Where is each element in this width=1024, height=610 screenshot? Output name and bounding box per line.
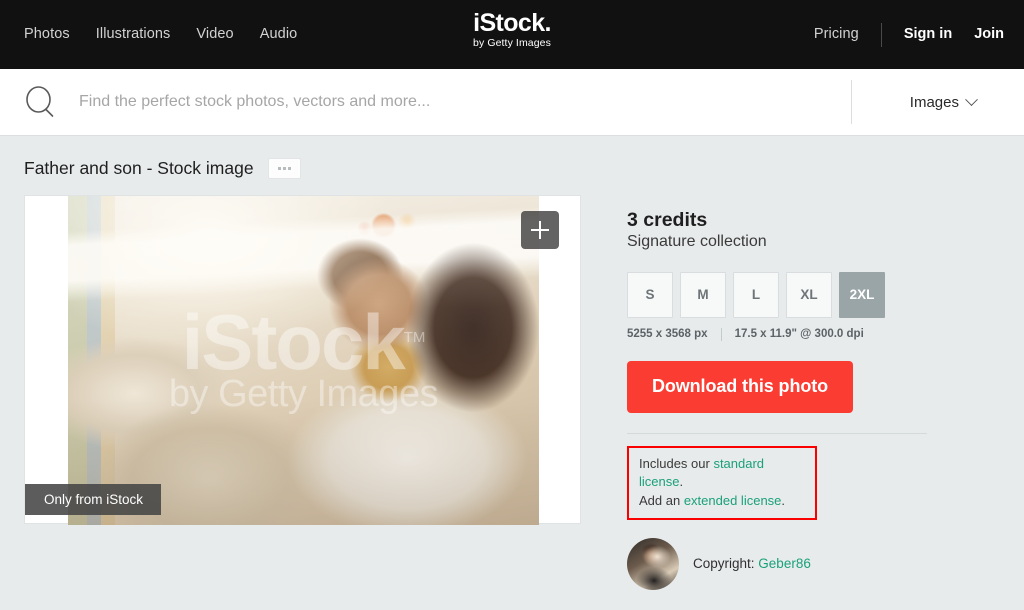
- dot-icon: [277, 167, 281, 170]
- nav-item-pricing[interactable]: Pricing: [814, 27, 859, 42]
- more-options-button[interactable]: [267, 158, 301, 179]
- sign-in-button[interactable]: Sign in: [904, 27, 952, 42]
- chevron-down-icon: [965, 92, 978, 106]
- pixel-dimensions: 5255 x 3568 px: [627, 328, 708, 341]
- extended-license-prefix: Add an: [639, 492, 684, 508]
- extended-license-suffix: .: [781, 492, 786, 508]
- copyright-line: Copyright: Geber86: [693, 556, 811, 571]
- photo-stage[interactable]: iStockTM by Getty Images: [68, 196, 539, 525]
- only-from-istock-badge: Only from iStock: [25, 483, 162, 515]
- search-bar: Images: [0, 69, 1024, 136]
- search-type-dropdown[interactable]: Images: [852, 92, 1000, 111]
- nav-item-video[interactable]: Video: [196, 27, 233, 42]
- search-icon[interactable]: [24, 85, 57, 119]
- size-option-2xl[interactable]: 2XL: [839, 271, 885, 318]
- join-button[interactable]: Join: [974, 27, 1004, 42]
- credits-price: 3 credits: [627, 209, 708, 231]
- sidebar-divider: [627, 432, 927, 434]
- extended-license-link[interactable]: extended license: [684, 493, 782, 508]
- collection-name: Signature collection: [627, 233, 767, 251]
- add-to-board-button[interactable]: [521, 211, 559, 249]
- purchase-sidebar: 3 credits Signature collection S M L XL …: [627, 195, 927, 610]
- size-selector: S M L XL 2XL: [627, 271, 927, 318]
- standard-license-prefix: Includes our: [639, 455, 714, 471]
- size-option-m[interactable]: M: [680, 271, 726, 318]
- size-option-s[interactable]: S: [627, 271, 673, 318]
- nav-item-audio[interactable]: Audio: [260, 27, 298, 42]
- top-navigation-bar: Photos Illustrations Video Audio iStock.…: [0, 0, 1024, 69]
- dimensions-row: 5255 x 3568 px 17.5 x 11.9" @ 300.0 dpi: [627, 327, 927, 341]
- nav-divider: [880, 22, 882, 47]
- primary-nav-links: Photos Illustrations Video Audio: [24, 27, 297, 42]
- download-photo-button[interactable]: Download this photo: [627, 360, 853, 413]
- size-option-l[interactable]: L: [733, 271, 779, 318]
- copyright-author-link[interactable]: Geber86: [758, 556, 811, 571]
- copyright-label: Copyright:: [693, 556, 755, 572]
- nav-item-illustrations[interactable]: Illustrations: [96, 27, 171, 42]
- size-option-xl[interactable]: XL: [786, 271, 832, 318]
- nav-item-photos[interactable]: Photos: [24, 27, 70, 42]
- title-row: Father and son - Stock image: [24, 158, 1000, 179]
- page-title: Father and son - Stock image: [24, 157, 254, 178]
- dot-icon: [282, 167, 286, 170]
- print-dimensions: 17.5 x 11.9" @ 300.0 dpi: [734, 328, 864, 341]
- dot-icon: [287, 167, 291, 170]
- content-columns: iStockTM by Getty Images Only from iStoc…: [24, 195, 1000, 610]
- photo-panel: iStockTM by Getty Images Only from iStoc…: [24, 195, 581, 525]
- search-type-label: Images: [909, 93, 959, 111]
- avatar[interactable]: [627, 537, 679, 590]
- author-row: Copyright: Geber86: [627, 537, 927, 590]
- dimensions-divider: [720, 327, 722, 341]
- standard-license-suffix: .: [679, 474, 684, 490]
- standard-license-line: Includes our standard license.: [639, 455, 805, 492]
- page-body: Father and son - Stock image iStockTM by…: [0, 136, 1024, 610]
- search-input[interactable]: [71, 93, 841, 111]
- extended-license-line: Add an extended license.: [639, 492, 805, 510]
- account-nav-links: Pricing Sign in Join: [814, 22, 1004, 47]
- photo-light-overlay: [68, 196, 539, 525]
- license-info-box: Includes our standard license. Add an ex…: [627, 445, 817, 520]
